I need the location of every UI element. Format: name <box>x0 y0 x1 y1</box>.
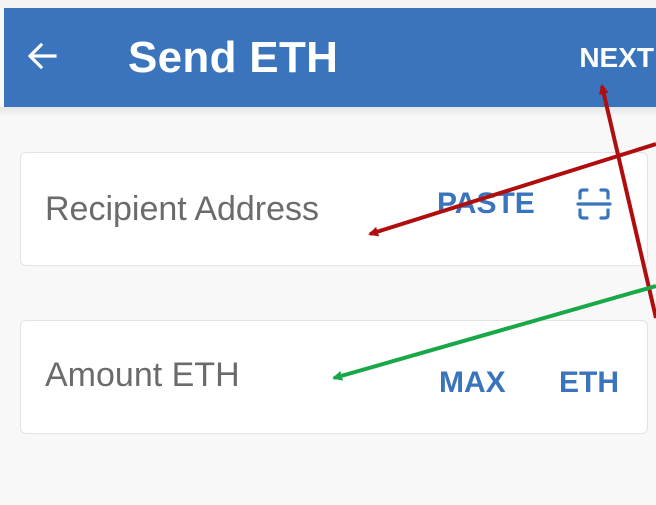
next-button[interactable]: NEXT <box>579 36 654 80</box>
app-bar-shadow <box>0 107 656 117</box>
app-bar: Send ETH NEXT <box>4 8 656 107</box>
status-area <box>0 0 656 8</box>
amount-field[interactable]: Amount ETH MAX ETH <box>20 320 648 434</box>
currency-unit-button[interactable]: ETH <box>559 363 619 403</box>
scan-qr-icon[interactable] <box>576 187 612 221</box>
recipient-address-field[interactable]: Recipient Address PASTE <box>20 152 648 266</box>
paste-button[interactable]: PASTE <box>437 184 535 224</box>
recipient-address-placeholder: Recipient Address <box>45 189 320 228</box>
max-button[interactable]: MAX <box>439 363 506 403</box>
amount-placeholder: Amount ETH <box>45 355 240 394</box>
page-title: Send ETH <box>128 33 339 82</box>
arrow-left-icon <box>27 42 57 70</box>
back-button[interactable] <box>20 34 64 78</box>
